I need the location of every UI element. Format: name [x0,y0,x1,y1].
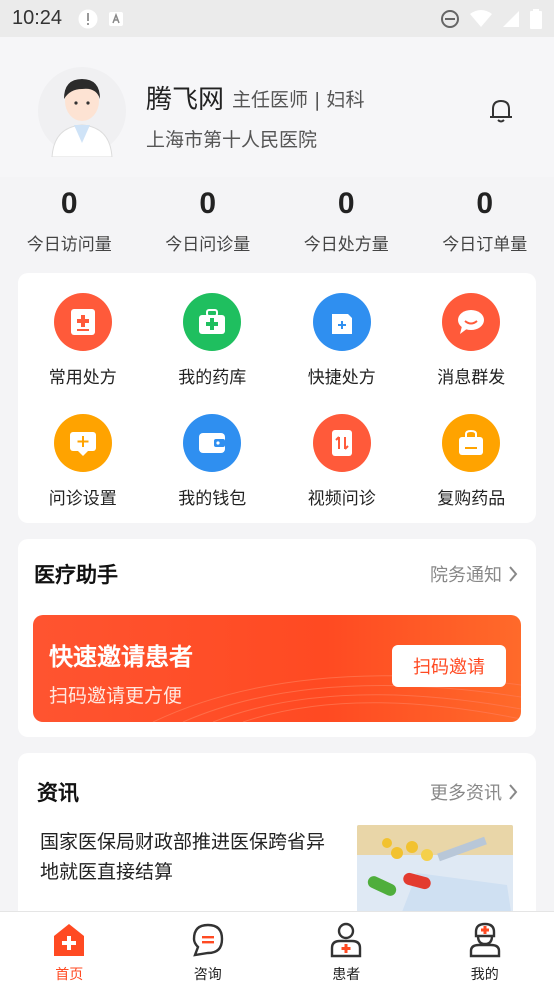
signal-icon [503,10,519,27]
feature-label: 我的药库 [178,368,247,388]
feature-repurchase[interactable]: 复购药品 [407,414,537,509]
feature-label: 视频问诊 [307,489,376,509]
alert-icon [78,9,98,28]
chat-icon [192,923,223,957]
stat-label: 今日处方量 [303,235,389,255]
tab-home[interactable]: 首页 [0,912,139,984]
chevron-right-icon [509,566,518,582]
stat-value: 0 [476,187,494,220]
section-title: 医疗助手 [34,563,118,587]
tab-patients[interactable]: 患者 [277,912,416,984]
tab-consult[interactable]: 咨询 [139,912,278,984]
feature-my-pharmacy[interactable]: 我的药库 [148,293,278,388]
bell-icon[interactable] [486,95,516,125]
feature-video-consult[interactable]: 视频问诊 [277,414,407,509]
doctor-avatar[interactable] [38,65,126,157]
chevron-right-icon [509,784,518,800]
stat-label: 今日订单量 [442,235,528,255]
feature-label: 问诊设置 [48,489,117,509]
link-label: 院务通知 [430,565,502,586]
feature-label: 快捷处方 [307,368,376,388]
patient-icon [331,922,362,958]
tab-label: 咨询 [193,967,222,983]
feature-label: 复购药品 [437,489,506,509]
video-consult-icon [312,414,371,472]
stats-row: 0 今日访问量 0 今日问诊量 0 今日处方量 0 今日订单量 [0,180,554,260]
wifi-icon [470,9,492,27]
tab-label: 我的 [470,967,499,983]
feature-mass-message[interactable]: 消息群发 [407,293,537,388]
invite-title: 快速邀请患者 [49,643,193,671]
message-icon [442,293,501,351]
feature-wallet[interactable]: 我的钱包 [148,414,278,509]
doctor-name: 腾飞网 [146,85,225,115]
doctor-icon [469,922,500,958]
news-headline[interactable]: 国家医保局财政部推进医保跨省异地就医直接结算 [40,827,340,887]
feature-label: 常用处方 [48,368,117,388]
doctor-title: 主任医师 | 妇科 [232,89,365,111]
quick-prescription-icon [312,293,371,351]
stat-orders[interactable]: 0 今日订单量 [416,180,554,260]
stat-value: 0 [60,187,78,220]
section-title: 资讯 [37,781,79,805]
doctor-hospital: 上海市第十人民医院 [146,129,318,151]
prescription-icon [53,293,112,351]
stat-label: 今日问诊量 [165,235,251,255]
invite-subtitle: 扫码邀请更方便 [49,685,183,707]
dnd-icon [441,9,459,28]
medicine-box-icon [183,293,242,351]
feature-label: 我的钱包 [178,489,247,509]
battery-icon [530,8,542,29]
hospital-notice-link[interactable]: 院务通知 [430,561,518,587]
medical-assistant-card: 医疗助手 院务通知 快速邀请患者 扫码邀请更方便 扫码邀请 [18,539,536,737]
wallet-icon [183,414,242,472]
profile-header: 腾飞网 主任医师 | 妇科 上海市第十人民医院 [0,37,554,177]
stat-prescriptions[interactable]: 0 今日处方量 [277,180,416,260]
stat-label: 今日访问量 [26,235,112,255]
link-label: 更多资讯 [430,783,502,804]
stat-value: 0 [337,187,355,220]
invite-banner[interactable]: 快速邀请患者 扫码邀请更方便 扫码邀请 [33,615,521,722]
status-bar: 10:24 [0,0,554,37]
tab-label: 患者 [332,967,361,983]
news-thumbnail[interactable] [357,825,513,925]
stat-value: 0 [199,187,217,220]
stat-visits[interactable]: 0 今日访问量 [0,180,139,260]
feature-label: 消息群发 [437,368,506,388]
stat-consults[interactable]: 0 今日问诊量 [139,180,278,260]
feature-grid: 常用处方 我的药库 快捷处方 消息群发 问诊设置 我的钱包 视频问诊 复购药品 [18,273,536,509]
consult-settings-icon [53,414,112,472]
tab-mine[interactable]: 我的 [416,912,554,984]
font-icon [109,11,124,26]
feature-consult-settings[interactable]: 问诊设置 [18,414,148,509]
news-card: 资讯 更多资讯 国家医保局财政部推进医保跨省异地就医直接结算 [18,753,536,933]
status-time: 10:24 [12,7,63,29]
more-news-link[interactable]: 更多资讯 [430,779,518,805]
feature-common-prescription[interactable]: 常用处方 [18,293,148,388]
repurchase-icon [442,414,501,472]
tab-label: 首页 [55,967,84,983]
bottom-tab-bar: 首页 咨询 患者 我的 [0,911,554,984]
home-icon [54,924,85,956]
feature-grid-card: 常用处方 我的药库 快捷处方 消息群发 问诊设置 我的钱包 视频问诊 复购药品 [18,273,536,523]
scan-invite-button[interactable]: 扫码邀请 [392,645,506,687]
feature-quick-prescription[interactable]: 快捷处方 [277,293,407,388]
